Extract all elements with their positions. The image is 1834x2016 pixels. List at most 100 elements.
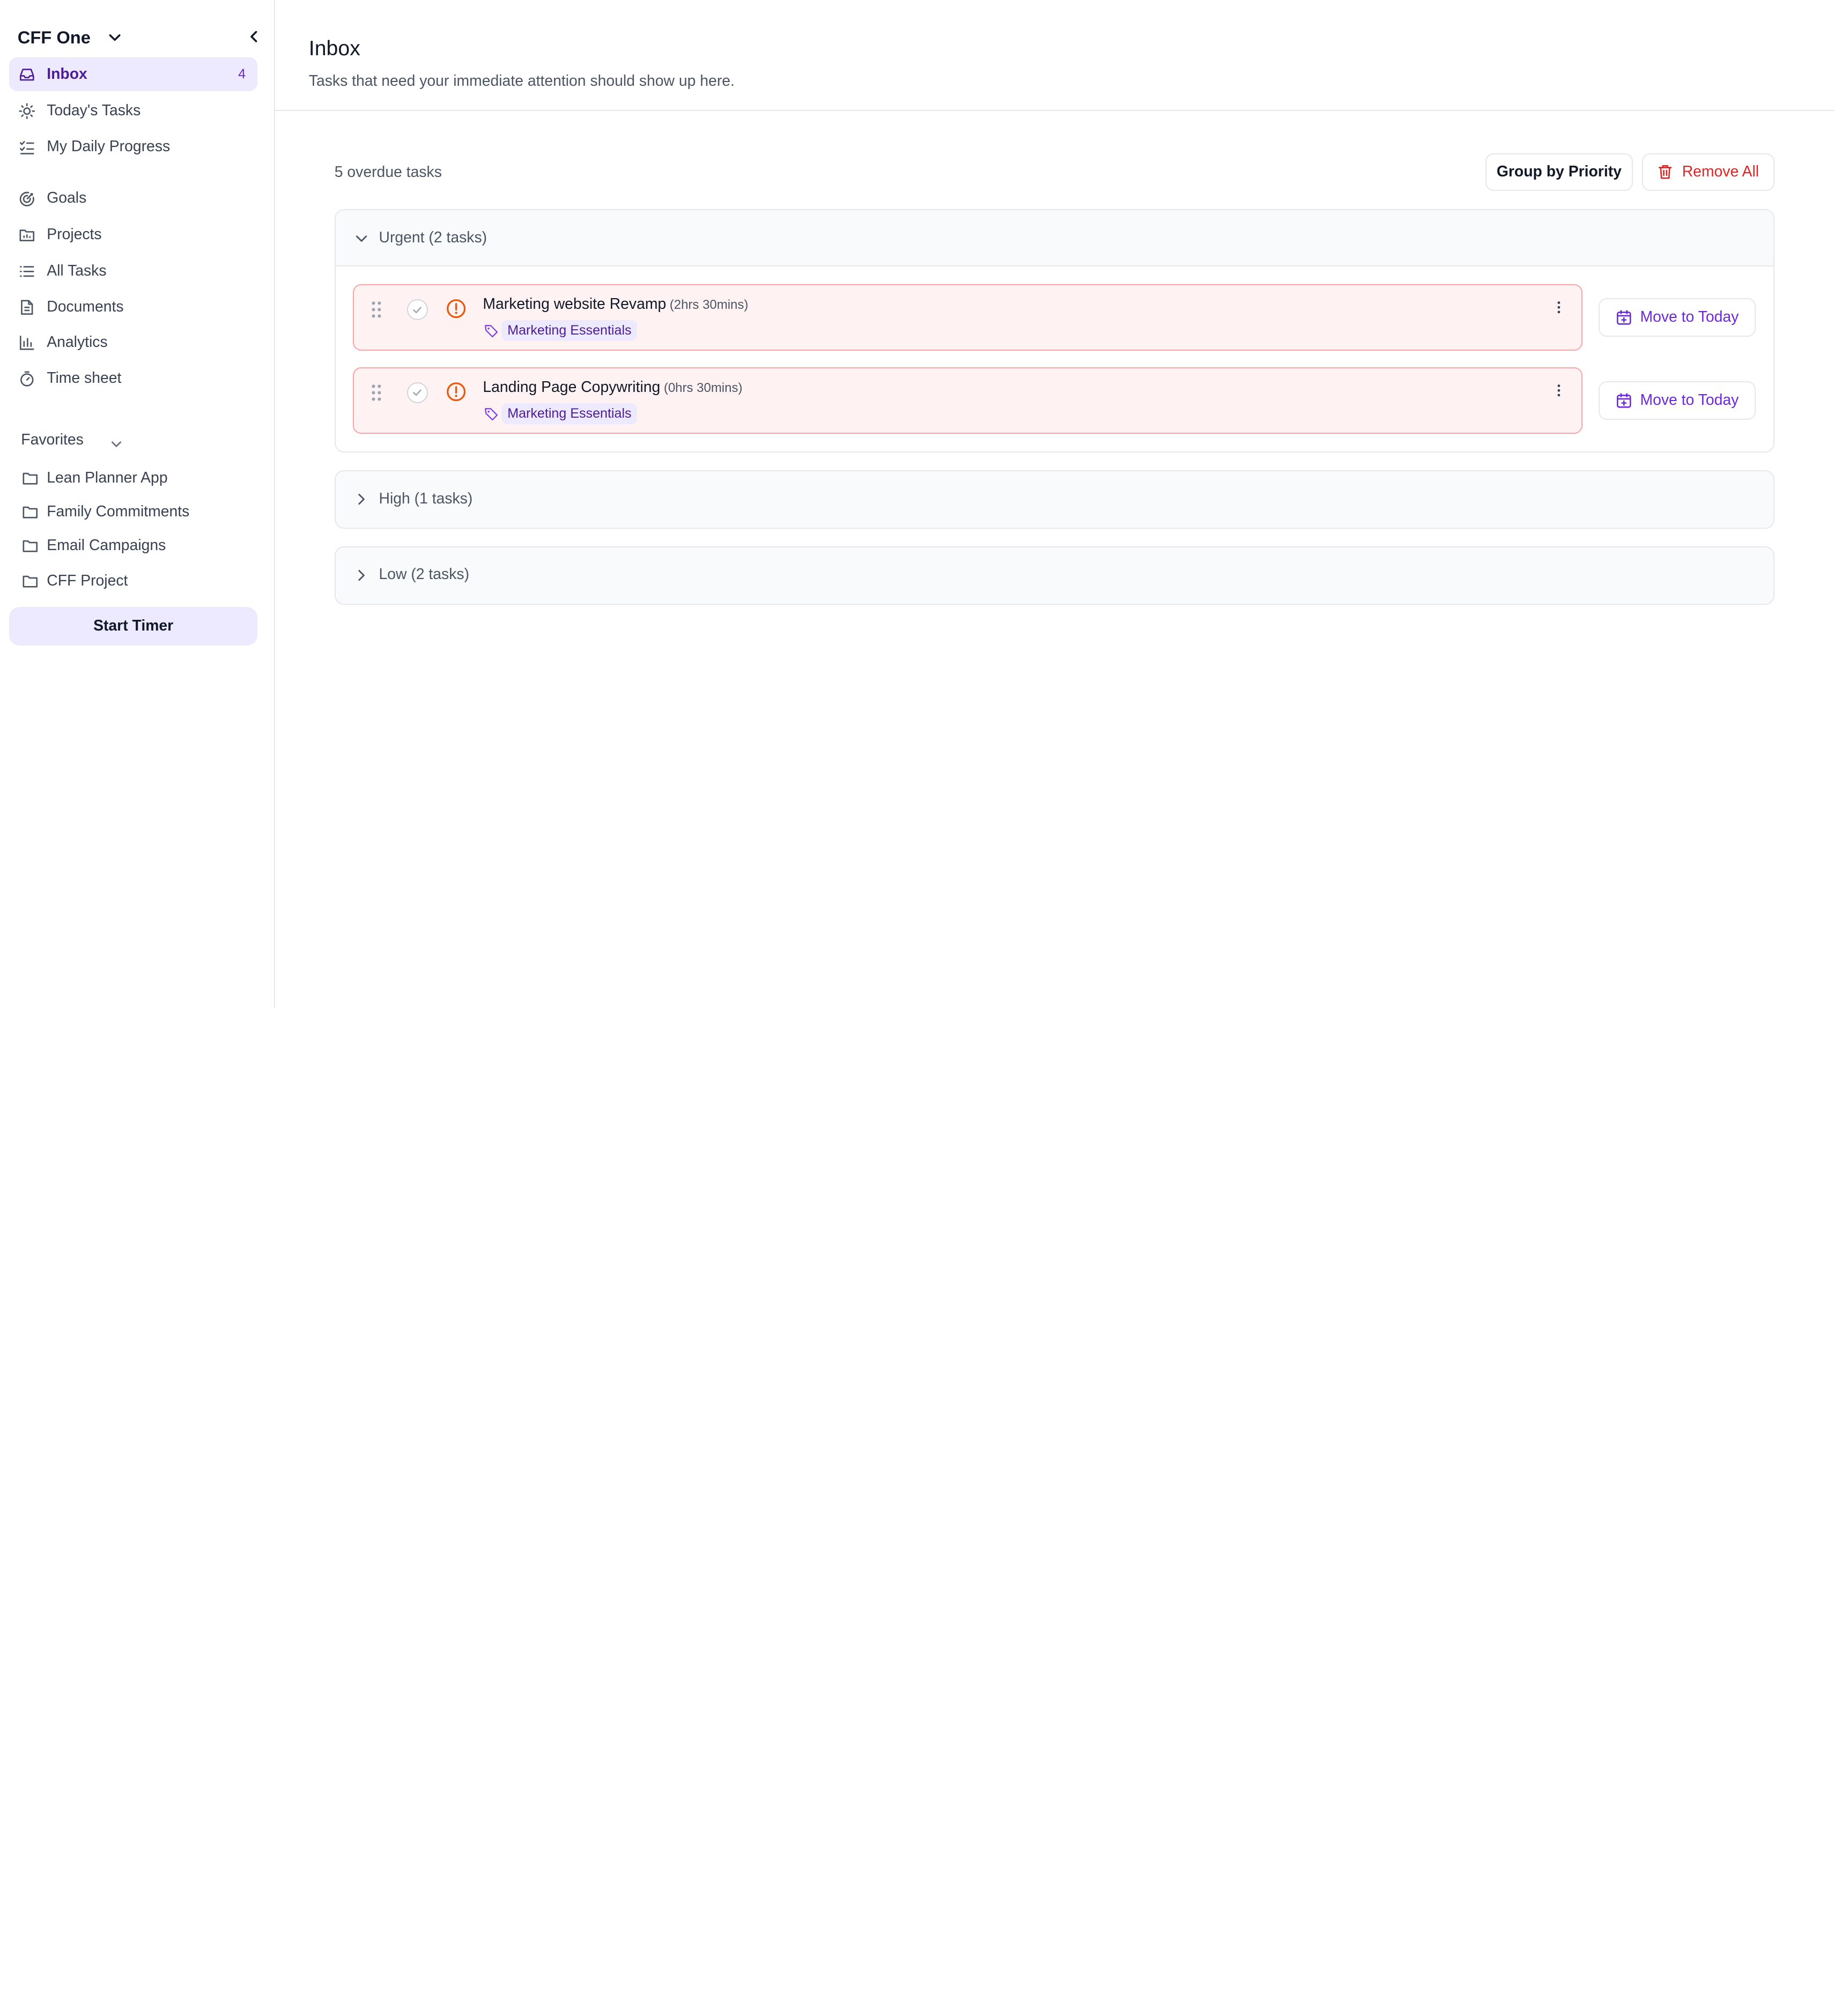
- task-card[interactable]: Landing Page Copywriting (0hrs 30mins) Ma…: [353, 367, 1582, 434]
- sidebar-item-todays-tasks[interactable]: Today's Tasks: [9, 93, 257, 127]
- list-icon: [19, 263, 35, 280]
- chevron-right-icon[interactable]: [354, 492, 368, 506]
- sidebar-item-documents[interactable]: Documents: [9, 290, 257, 324]
- inbox-icon: [19, 66, 35, 83]
- task-title-text: Landing Page Copywriting: [483, 379, 661, 396]
- favorite-family-commitments[interactable]: Family Commitments: [21, 499, 255, 525]
- chevron-right-icon[interactable]: [354, 568, 368, 582]
- sidebar-item-label: Documents: [47, 298, 124, 316]
- move-to-today-label: Move to Today: [1640, 308, 1739, 326]
- sidebar-item-label: Goals: [47, 189, 87, 207]
- drag-handle-icon[interactable]: [371, 383, 382, 402]
- document-icon: [19, 299, 35, 316]
- complete-task-checkbox[interactable]: [406, 299, 428, 321]
- folder-icon: [22, 504, 39, 521]
- urgent-priority-icon: [446, 298, 467, 319]
- chart-icon: [19, 335, 35, 351]
- complete-task-checkbox[interactable]: [406, 382, 428, 404]
- calendar-plus-icon: [1616, 392, 1632, 409]
- folder-icon: [22, 538, 39, 554]
- sidebar-item-projects[interactable]: Projects: [9, 218, 257, 251]
- urgent-priority-icon: [446, 381, 467, 402]
- timer-icon: [19, 370, 35, 387]
- chevron-down-icon[interactable]: [110, 434, 123, 447]
- sidebar-item-label: Inbox: [47, 65, 87, 83]
- favorite-label: Email Campaigns: [47, 537, 166, 554]
- task-title[interactable]: Landing Page Copywriting (0hrs 30mins): [483, 379, 742, 396]
- more-options-icon[interactable]: [1553, 299, 1565, 316]
- chevron-down-icon[interactable]: [108, 28, 122, 42]
- group-header-low[interactable]: Low (2 tasks): [335, 547, 1773, 604]
- favorite-label: CFF Project: [47, 572, 128, 589]
- page-header: Inbox Tasks that need your immediate att…: [275, 0, 1834, 112]
- sidebar-item-label: My Daily Progress: [47, 138, 171, 155]
- workspace-name: CFF One: [17, 27, 91, 47]
- page-title: Inbox: [308, 36, 360, 60]
- calendar-plus-icon: [1616, 309, 1632, 326]
- app-window: CFF One Inbox 4 Today's Tasks My Daily P…: [0, 0, 1834, 1009]
- remove-all-button[interactable]: Remove All: [1642, 153, 1774, 191]
- group-by-priority-button[interactable]: Group by Priority: [1485, 153, 1633, 191]
- group-low: Low (2 tasks): [334, 546, 1774, 605]
- sidebar-item-inbox[interactable]: Inbox 4: [9, 57, 257, 92]
- favorite-label: Lean Planner App: [47, 469, 168, 486]
- sidebar-item-label: Projects: [47, 225, 102, 243]
- sidebar-item-goals[interactable]: Goals: [9, 181, 257, 215]
- main-content: Inbox Tasks that need your immediate att…: [275, 0, 1834, 1008]
- group-urgent: Urgent (2 tasks) Marketing website Revam…: [334, 209, 1774, 453]
- projects-icon: [19, 227, 35, 243]
- group-label: High (1 tasks): [379, 490, 473, 507]
- favorite-label: Family Commitments: [47, 502, 190, 520]
- group-label: Urgent (2 tasks): [379, 229, 487, 247]
- tag-icon: [484, 324, 498, 338]
- inbox-count-badge: 4: [238, 66, 246, 82]
- sidebar-item-time-sheet[interactable]: Time sheet: [9, 361, 257, 395]
- task-duration: (2hrs 30mins): [669, 298, 749, 313]
- workspace-switcher[interactable]: CFF One: [18, 24, 263, 51]
- group-by-label: Group by Priority: [1496, 163, 1622, 181]
- move-to-today-label: Move to Today: [1640, 391, 1739, 409]
- remove-all-label: Remove All: [1682, 163, 1759, 181]
- move-to-today-button[interactable]: Move to Today: [1599, 298, 1756, 337]
- folder-icon: [22, 573, 39, 590]
- group-header-high[interactable]: High (1 tasks): [335, 471, 1773, 528]
- check-icon: [413, 389, 421, 396]
- group-label: Low (2 tasks): [379, 566, 470, 583]
- task-card[interactable]: Marketing website Revamp (2hrs 30mins) Ma…: [353, 284, 1582, 351]
- favorite-email-campaigns[interactable]: Email Campaigns: [21, 533, 255, 559]
- sun-icon: [19, 103, 35, 120]
- favorites-header[interactable]: Favorites: [21, 428, 122, 451]
- collapse-sidebar-icon[interactable]: [246, 28, 262, 45]
- sidebar-item-analytics[interactable]: Analytics: [9, 325, 257, 359]
- sidebar-item-label: Analytics: [47, 333, 108, 351]
- favorite-cff-project[interactable]: CFF Project: [21, 568, 255, 594]
- sidebar-item-label: Time sheet: [47, 369, 122, 387]
- task-title[interactable]: Marketing website Revamp (2hrs 30mins): [483, 295, 748, 313]
- folder-icon: [22, 470, 39, 487]
- task-title-text: Marketing website Revamp: [483, 295, 667, 313]
- goal-icon: [19, 191, 35, 207]
- group-high: High (1 tasks): [334, 470, 1774, 529]
- sidebar-item-label: Today's Tasks: [47, 101, 141, 119]
- sidebar-item-label: All Tasks: [47, 262, 107, 279]
- task-tag[interactable]: Marketing Essentials: [501, 403, 638, 425]
- favorite-lean-planner-app[interactable]: Lean Planner App: [21, 465, 255, 491]
- page-subtitle: Tasks that need your immediate attention…: [308, 72, 735, 90]
- group-header-urgent[interactable]: Urgent (2 tasks): [335, 210, 1773, 267]
- trash-icon: [1658, 164, 1673, 179]
- start-timer-button[interactable]: Start Timer: [9, 606, 257, 646]
- task-duration: (0hrs 30mins): [663, 381, 743, 396]
- sidebar-item-my-daily-progress[interactable]: My Daily Progress: [9, 130, 257, 164]
- move-to-today-button[interactable]: Move to Today: [1599, 381, 1756, 420]
- favorites-title: Favorites: [21, 431, 84, 448]
- drag-handle-icon[interactable]: [371, 300, 382, 319]
- chevron-down-icon[interactable]: [354, 232, 368, 246]
- check-icon: [413, 306, 421, 313]
- sidebar: CFF One Inbox 4 Today's Tasks My Daily P…: [0, 0, 275, 1009]
- checklist-icon: [19, 139, 35, 156]
- sidebar-item-all-tasks[interactable]: All Tasks: [9, 254, 257, 287]
- task-tag[interactable]: Marketing Essentials: [501, 320, 638, 342]
- tag-icon: [484, 407, 498, 421]
- more-options-icon[interactable]: [1553, 382, 1565, 399]
- overdue-count: 5 overdue tasks: [334, 164, 442, 181]
